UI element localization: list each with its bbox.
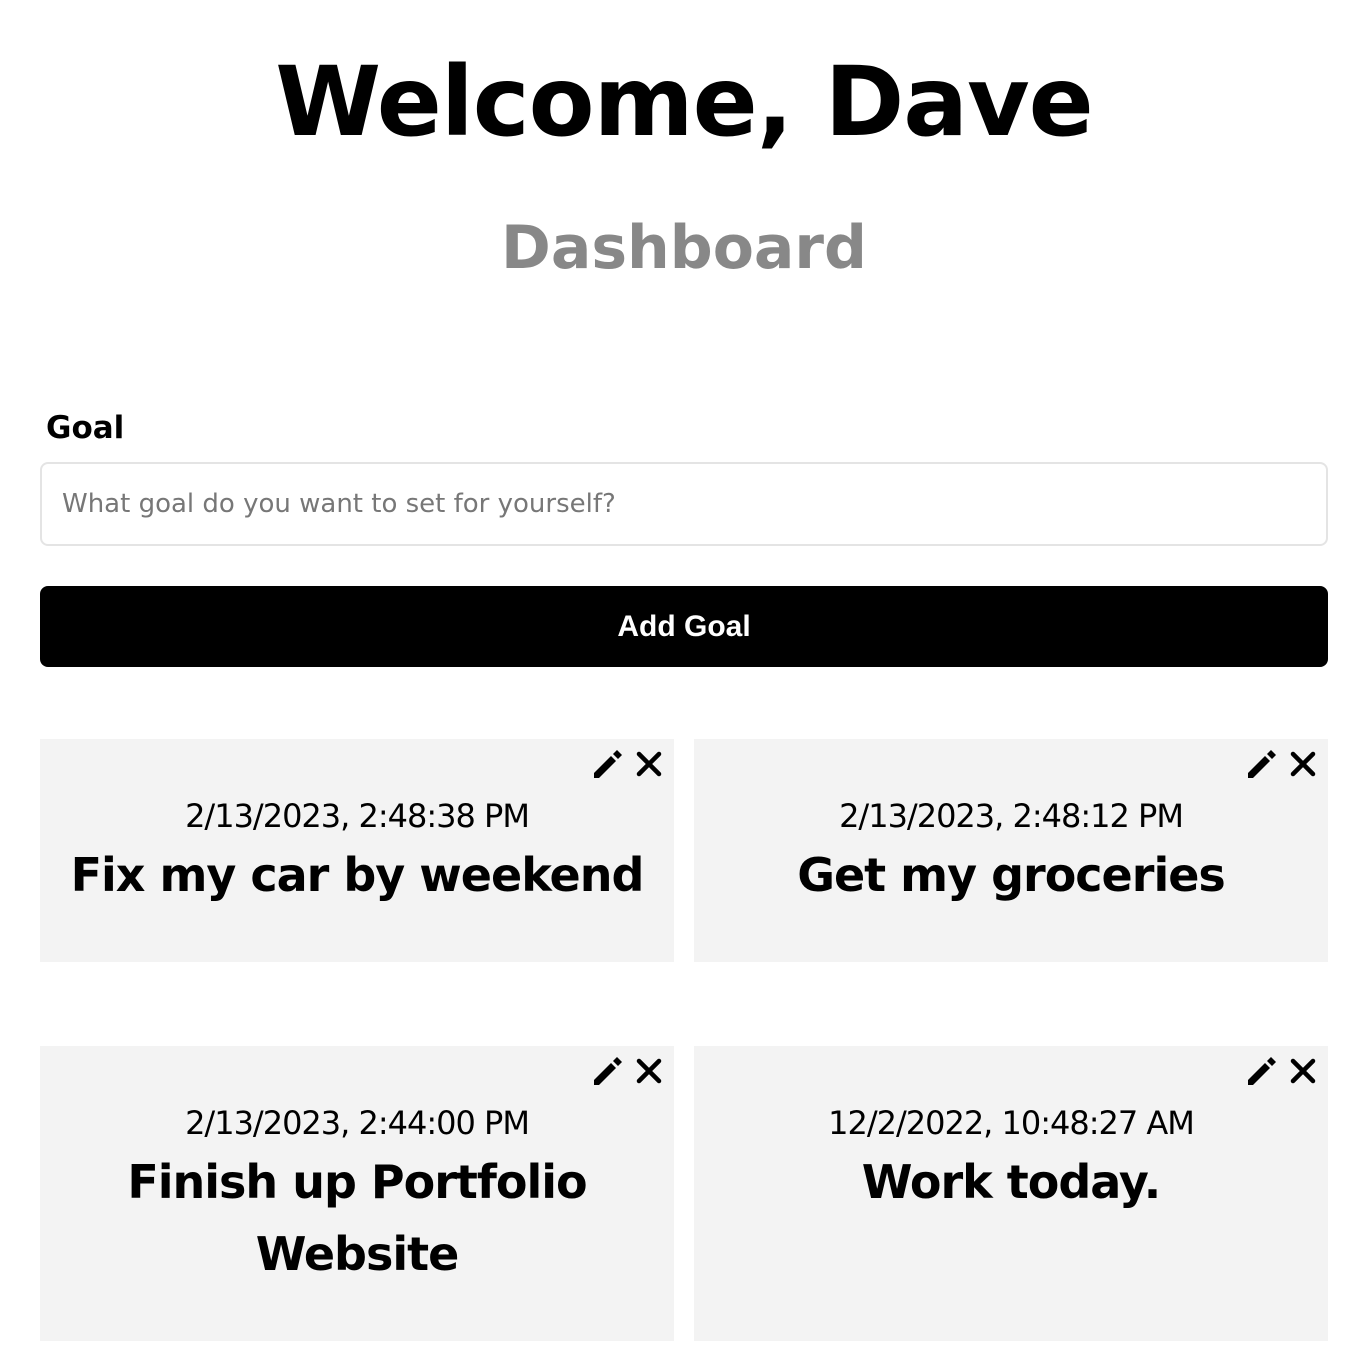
delete-goal-button[interactable]	[1284, 746, 1322, 782]
edit-goal-button[interactable]	[588, 1053, 626, 1089]
add-goal-button[interactable]: Add Goal	[40, 586, 1328, 667]
goal-card-actions	[1240, 1053, 1324, 1089]
goal-input[interactable]	[40, 462, 1328, 546]
pencil-icon	[594, 750, 622, 778]
close-icon	[1290, 751, 1316, 777]
goal-card-actions	[1240, 746, 1324, 782]
goal-label: Goal	[46, 410, 125, 446]
goal-card-actions	[586, 1053, 670, 1089]
goal-card: 2/13/2023, 2:48:12 PM Get my groceries	[694, 739, 1328, 962]
goal-text: Fix my car by weekend	[70, 848, 645, 902]
goal-card-actions	[586, 746, 670, 782]
pencil-icon	[1248, 750, 1276, 778]
goal-card: 2/13/2023, 2:44:00 PM Finish up Portfoli…	[40, 1046, 674, 1341]
edit-goal-button[interactable]	[588, 746, 626, 782]
goal-card: 2/13/2023, 2:48:38 PM Fix my car by week…	[40, 739, 674, 962]
goal-date: 2/13/2023, 2:44:00 PM	[185, 1104, 530, 1142]
goal-text: Finish up Portfolio Website	[127, 1155, 587, 1281]
delete-goal-button[interactable]	[1284, 1053, 1322, 1089]
goal-text: Work today.	[861, 1155, 1161, 1209]
delete-goal-button[interactable]	[630, 746, 668, 782]
page-subtitle: Dashboard	[501, 213, 867, 283]
goal-text: Get my groceries	[797, 848, 1226, 902]
goal-date: 2/13/2023, 2:48:38 PM	[185, 797, 530, 835]
edit-goal-button[interactable]	[1242, 1053, 1280, 1089]
edit-goal-button[interactable]	[1242, 746, 1280, 782]
goal-date: 2/13/2023, 2:48:12 PM	[839, 797, 1184, 835]
delete-goal-button[interactable]	[630, 1053, 668, 1089]
close-icon	[636, 751, 662, 777]
close-icon	[636, 1058, 662, 1084]
pencil-icon	[594, 1057, 622, 1085]
pencil-icon	[1248, 1057, 1276, 1085]
close-icon	[1290, 1058, 1316, 1084]
goal-card: 12/2/2022, 10:48:27 AM Work today.	[694, 1046, 1328, 1341]
page-title: Welcome, Dave	[275, 46, 1094, 158]
goal-date: 12/2/2022, 10:48:27 AM	[828, 1104, 1195, 1142]
